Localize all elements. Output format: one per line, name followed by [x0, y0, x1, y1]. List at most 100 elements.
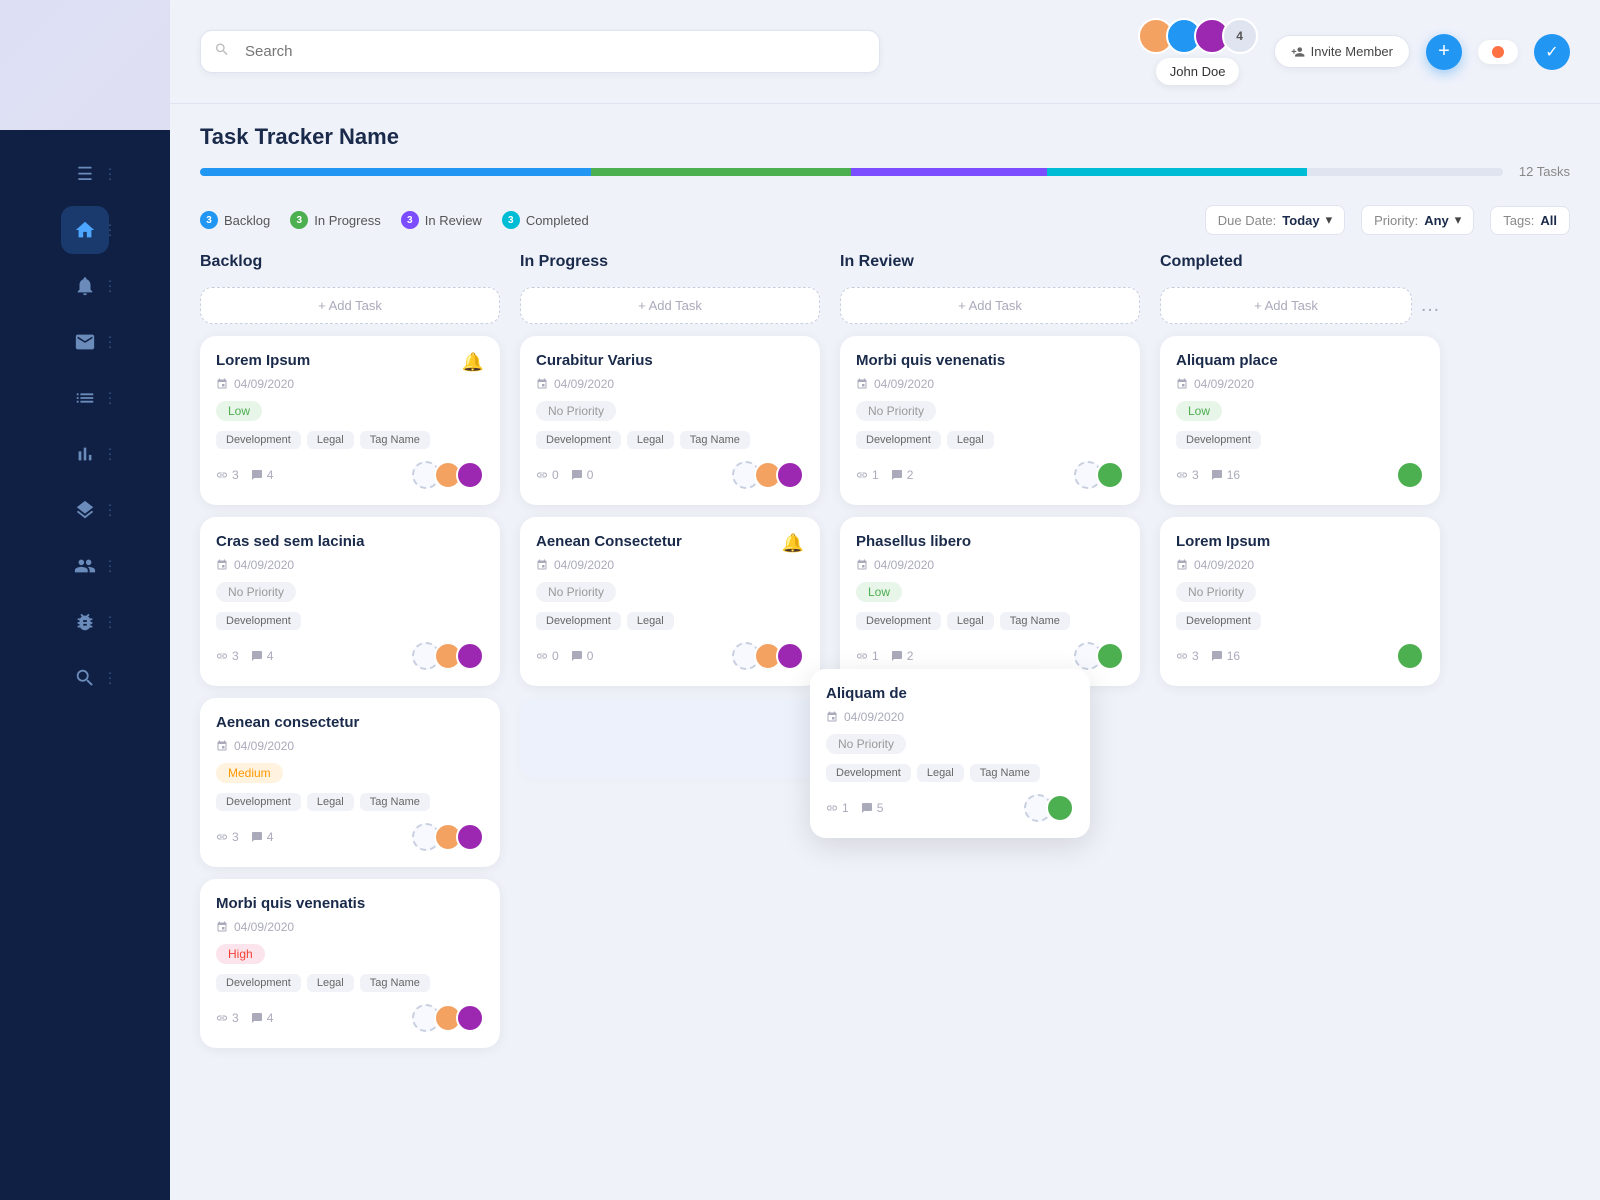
column-backlog: Backlog + Add Task 🔔 Lorem Ipsum 04/09/2…: [200, 249, 500, 1200]
sidebar-icon-notification[interactable]: ⋮: [61, 262, 109, 310]
stat-comments-b4: 4: [251, 1011, 274, 1025]
tag-legal-r2: Legal: [947, 612, 994, 630]
task-footer-b2: 3 4: [216, 642, 484, 670]
priority-badge-p2: No Priority: [536, 582, 616, 602]
tags-filter[interactable]: Tags: All: [1490, 206, 1570, 235]
tab-inreview[interactable]: 3 In Review: [401, 211, 482, 229]
sidebar-icon-search-doc[interactable]: ⋮: [61, 654, 109, 702]
task-card-b1[interactable]: 🔔 Lorem Ipsum 04/09/2020 Low Development…: [200, 336, 500, 505]
floating-card-footer: 1 5: [826, 794, 1074, 822]
add-button[interactable]: +: [1426, 34, 1462, 70]
sidebar-dots-notif: ⋮: [103, 278, 117, 295]
dot-backlog: 3: [200, 211, 218, 229]
completed-header-row: + Add Task …: [1160, 287, 1440, 324]
assignee-2-b2: [456, 642, 484, 670]
tag-row-p1: Development Legal Tag Name: [536, 431, 804, 449]
page-header: Task Tracker Name 12 Tasks: [170, 104, 1600, 205]
invite-member-button[interactable]: Invite Member: [1274, 35, 1410, 68]
tab-backlog[interactable]: 3 Backlog: [200, 211, 270, 229]
sidebar-icon-list[interactable]: ⋮: [61, 374, 109, 422]
task-date-r1: 04/09/2020: [856, 377, 1124, 391]
progress-completed: [1047, 168, 1308, 176]
sidebar-icon-chart[interactable]: ⋮: [61, 430, 109, 478]
stat-links-b1: 3: [216, 468, 239, 482]
stat-comments-r1: 2: [891, 468, 914, 482]
add-task-inreview[interactable]: + Add Task: [840, 287, 1140, 324]
sidebar-dots-search-doc: ⋮: [103, 670, 117, 687]
filter-bar: 3 Backlog 3 In Progress 3 In Review 3 Co…: [170, 205, 1600, 249]
assignee-1-floating: [1046, 794, 1074, 822]
sidebar-icon-menu[interactable]: ☰ ⋮: [61, 150, 109, 198]
task-stats-p1: 0 0: [536, 468, 593, 482]
floating-card[interactable]: Aliquam de 04/09/2020 No Priority Develo…: [810, 669, 1090, 838]
check-button[interactable]: ✓: [1534, 34, 1570, 70]
toggle-button[interactable]: [1478, 40, 1518, 64]
floating-card-priority: No Priority: [826, 734, 906, 754]
tag-legal-b3: Legal: [307, 793, 354, 811]
stat-links-c2: 3: [1176, 649, 1199, 663]
sidebar-icon-team[interactable]: ⋮: [61, 542, 109, 590]
toggle-dot: [1492, 46, 1504, 58]
task-card-b4[interactable]: Morbi quis venenatis 04/09/2020 High Dev…: [200, 879, 500, 1048]
stat-links-p2: 0: [536, 649, 559, 663]
assignee-group-r1: [1080, 461, 1124, 489]
task-title-c1: Aliquam place: [1176, 352, 1424, 369]
task-stats-c1: 3 16: [1176, 468, 1240, 482]
tag-row-p2: Development Legal: [536, 612, 804, 630]
tag-row-r2: Development Legal Tag Name: [856, 612, 1124, 630]
sidebar-icon-layers[interactable]: ⋮: [61, 486, 109, 534]
tab-completed[interactable]: 3 Completed: [502, 211, 589, 229]
task-card-c2[interactable]: Lorem Ipsum 04/09/2020 No Priority Devel…: [1160, 517, 1440, 686]
task-stats-b4: 3 4: [216, 1011, 273, 1025]
user-label: John Doe: [1156, 58, 1240, 85]
completed-more-icon[interactable]: …: [1420, 294, 1440, 317]
tag-row-b2: Development: [216, 612, 484, 630]
task-card-b3[interactable]: Aenean consectetur 04/09/2020 Medium Dev…: [200, 698, 500, 867]
sidebar-dots-menu: ⋮: [103, 166, 117, 183]
task-card-p1[interactable]: Curabitur Varius 04/09/2020 No Priority …: [520, 336, 820, 505]
stat-comments-floating: 5: [861, 801, 884, 815]
add-task-completed[interactable]: + Add Task: [1160, 287, 1412, 324]
task-title-p1: Curabitur Varius: [536, 352, 804, 369]
floating-card-stats: 1 5: [826, 801, 883, 815]
floating-card-date: 04/09/2020: [826, 710, 1074, 724]
tag-legal-p2: Legal: [627, 612, 674, 630]
task-date-b3: 04/09/2020: [216, 739, 484, 753]
assignee-group-b4: [418, 1004, 484, 1032]
add-task-inprogress[interactable]: + Add Task: [520, 287, 820, 324]
sidebar-icon-bug[interactable]: ⋮: [61, 598, 109, 646]
stat-links-b2: 3: [216, 649, 239, 663]
avatar-count: 4: [1222, 18, 1258, 54]
tag-development-c1: Development: [1176, 431, 1261, 449]
tag-tagname-b3: Tag Name: [360, 793, 430, 811]
tag-development-b1: Development: [216, 431, 301, 449]
tag-row-c1: Development: [1176, 431, 1424, 449]
task-title-b1: Lorem Ipsum: [216, 352, 484, 369]
column-inprogress: In Progress + Add Task Curabitur Varius …: [520, 249, 820, 1200]
task-card-r1[interactable]: Morbi quis venenatis 04/09/2020 No Prior…: [840, 336, 1140, 505]
task-card-r2[interactable]: Phasellus libero 04/09/2020 Low Developm…: [840, 517, 1140, 686]
task-card-b2[interactable]: Cras sed sem lacinia 04/09/2020 No Prior…: [200, 517, 500, 686]
task-footer-r1: 1 2: [856, 461, 1124, 489]
priority-filter[interactable]: Priority: Any ▾: [1361, 205, 1474, 235]
sidebar-icon-mail[interactable]: ⋮: [61, 318, 109, 366]
task-footer-b3: 3 4: [216, 823, 484, 851]
task-date-b4: 04/09/2020: [216, 920, 484, 934]
stat-comments-b2: 4: [251, 649, 274, 663]
sidebar-dots-home: ⋮: [103, 222, 117, 239]
task-date-b2: 04/09/2020: [216, 558, 484, 572]
due-date-filter[interactable]: Due Date: Today ▾: [1205, 205, 1345, 235]
stat-links-p1: 0: [536, 468, 559, 482]
tag-development-b4: Development: [216, 974, 301, 992]
priority-badge-b3: Medium: [216, 763, 283, 783]
search-input[interactable]: [200, 30, 880, 73]
search-container: [200, 30, 880, 73]
task-card-p2[interactable]: 🔔 Aenean Consectetur 04/09/2020 No Prior…: [520, 517, 820, 686]
assignee-1-r1: [1096, 461, 1124, 489]
assignee-group-p2: [738, 642, 804, 670]
add-task-backlog[interactable]: + Add Task: [200, 287, 500, 324]
task-card-c1[interactable]: Aliquam place 04/09/2020 Low Development: [1160, 336, 1440, 505]
sidebar-icon-home[interactable]: ⋮: [61, 206, 109, 254]
tab-inprogress[interactable]: 3 In Progress: [290, 211, 380, 229]
assignee-group-c2: [1396, 642, 1424, 670]
